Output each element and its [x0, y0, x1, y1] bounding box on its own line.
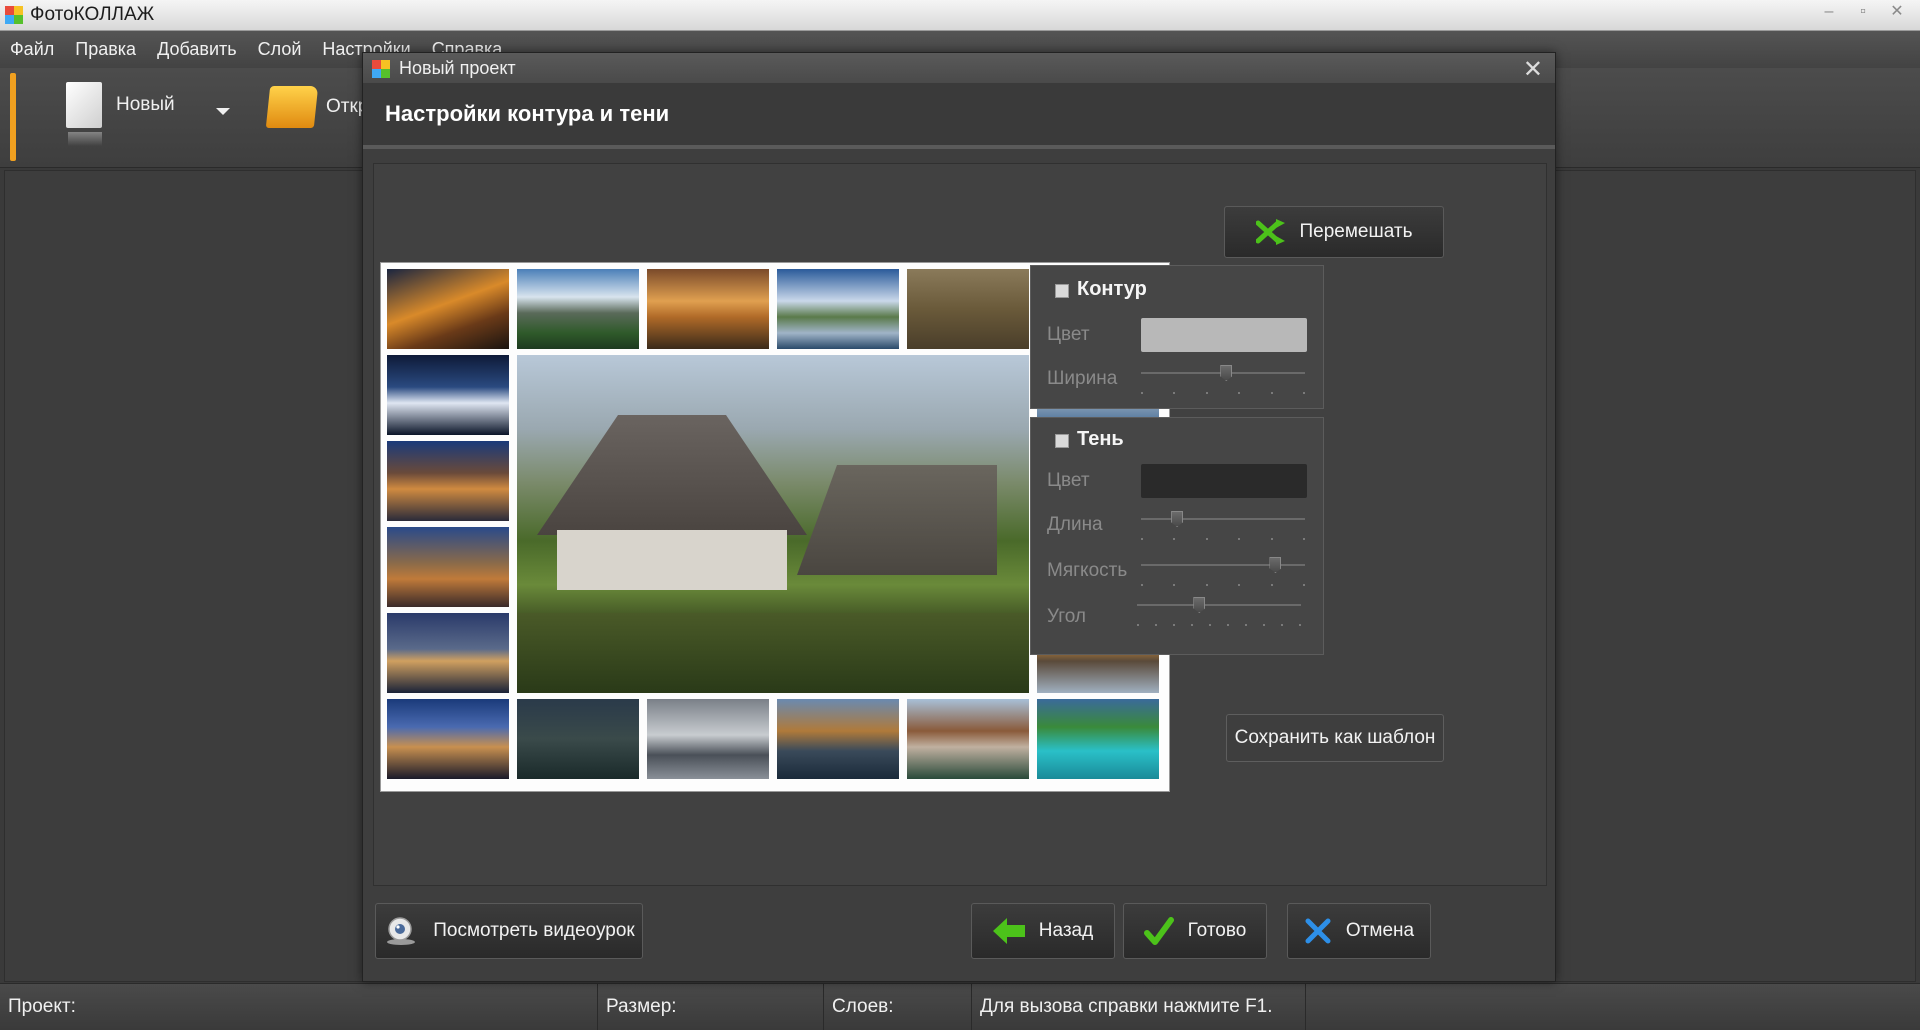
shadow-panel: Тень Цвет Длина Мягкость Угол: [1030, 417, 1324, 655]
cancel-button[interactable]: Отмена: [1287, 903, 1431, 959]
app-logo-icon: [5, 6, 23, 24]
outline-title: Контур: [1077, 278, 1147, 300]
collage-photo[interactable]: [387, 269, 509, 349]
collage-photo[interactable]: [777, 269, 899, 349]
minimize-icon[interactable]: –: [1812, 2, 1846, 24]
back-label: Назад: [1038, 920, 1094, 941]
app-titlebar: ФотоКОЛЛАЖ – ▫ ✕: [0, 0, 1920, 31]
collage-photo[interactable]: [517, 269, 639, 349]
collage-photo[interactable]: [387, 699, 509, 779]
shuffle-button[interactable]: Перемешать: [1224, 206, 1444, 258]
dialog-content: Перемешать Контур Цвет Ширина Тень Цвет …: [373, 163, 1547, 886]
watch-video-label: Посмотреть видеоурок: [433, 920, 635, 941]
menu-file[interactable]: Файл: [10, 39, 54, 60]
collage-photo[interactable]: [907, 269, 1029, 349]
shadow-title: Тень: [1077, 428, 1124, 450]
outline-checkbox[interactable]: [1055, 284, 1069, 298]
status-bar: Проект: Размер: Слоев: Для вызова справк…: [0, 983, 1920, 1030]
close-icon[interactable]: ✕: [1523, 55, 1543, 84]
collage-photo[interactable]: [387, 355, 509, 435]
shuffle-icon: [1255, 219, 1285, 245]
app-title: ФотоКОЛЛАЖ: [30, 4, 155, 25]
checkmark-icon: [1143, 917, 1174, 945]
close-window-icon[interactable]: ✕: [1880, 2, 1914, 24]
outline-width-label: Ширина: [1047, 368, 1118, 389]
collage-photo[interactable]: [907, 699, 1029, 779]
status-layers: Слоев:: [824, 984, 972, 1030]
slider-ticks: [1141, 392, 1305, 394]
status-project: Проект:: [0, 984, 598, 1030]
cross-icon: [1305, 918, 1331, 944]
shadow-checkbox[interactable]: [1055, 434, 1069, 448]
watch-video-button[interactable]: Посмотреть видеоурок: [375, 903, 643, 959]
status-size: Размер:: [598, 984, 824, 1030]
folder-icon: [265, 86, 319, 128]
status-help: Для вызова справки нажмите F1.: [972, 984, 1306, 1030]
shadow-softness-slider[interactable]: [1141, 557, 1305, 586]
shuffle-label: Перемешать: [1299, 221, 1413, 242]
shadow-angle-slider[interactable]: [1137, 597, 1301, 626]
webcam-icon: [387, 917, 416, 945]
collage-photo[interactable]: [777, 699, 899, 779]
menu-add[interactable]: Добавить: [157, 39, 237, 60]
dialog-logo-icon: [372, 60, 390, 78]
slider-ticks: [1141, 584, 1305, 586]
new-project-button[interactable]: Новый: [66, 82, 175, 146]
window-controls: – ▫ ✕: [1812, 2, 1914, 24]
collage-photo[interactable]: [647, 269, 769, 349]
shadow-color-label: Цвет: [1047, 470, 1090, 491]
collage-main-photo[interactable]: [517, 355, 1029, 693]
new-project-label: Новый: [116, 94, 175, 115]
shadow-color-swatch[interactable]: [1141, 464, 1307, 498]
maximize-icon[interactable]: ▫: [1846, 2, 1880, 24]
outline-color-label: Цвет: [1047, 324, 1090, 345]
save-template-label: Сохранить как шаблон: [1234, 727, 1436, 748]
page-title: Настройки контура и тени: [385, 101, 670, 126]
dialog-title: Новый проект: [399, 58, 516, 78]
dialog-titlebar: Новый проект ✕: [363, 53, 1555, 83]
slider-thumb[interactable]: [1220, 365, 1233, 381]
outline-panel: Контур Цвет Ширина: [1030, 265, 1324, 409]
slider-ticks: [1137, 624, 1301, 626]
done-button[interactable]: Готово: [1123, 903, 1267, 959]
arrow-left-icon: [992, 918, 1025, 944]
menu-edit[interactable]: Правка: [75, 39, 136, 60]
slider-thumb[interactable]: [1193, 597, 1206, 613]
cancel-label: Отмена: [1345, 920, 1415, 941]
collage-photo[interactable]: [387, 613, 509, 693]
slider-thumb[interactable]: [1269, 557, 1282, 573]
menu-layer[interactable]: Слой: [258, 39, 302, 60]
save-template-button[interactable]: Сохранить как шаблон: [1226, 714, 1444, 762]
collage-photo[interactable]: [517, 699, 639, 779]
new-document-icon: [66, 82, 102, 146]
chevron-down-icon[interactable]: [216, 108, 230, 115]
collage-photo[interactable]: [387, 441, 509, 521]
open-project-button[interactable]: Откр: [265, 86, 368, 128]
slider-thumb[interactable]: [1171, 511, 1184, 527]
slider-ticks: [1141, 538, 1305, 540]
back-button[interactable]: Назад: [971, 903, 1115, 959]
shadow-length-label: Длина: [1047, 514, 1103, 535]
outline-width-slider[interactable]: [1141, 365, 1305, 394]
shadow-angle-label: Угол: [1047, 606, 1086, 627]
collage-photo[interactable]: [647, 699, 769, 779]
collage-photo[interactable]: [1037, 699, 1159, 779]
collage-photo[interactable]: [387, 527, 509, 607]
outline-color-swatch[interactable]: [1141, 318, 1307, 352]
dialog-heading-bar: Настройки контура и тени: [363, 83, 1555, 149]
new-project-dialog: Новый проект ✕ Настройки контура и тени: [362, 52, 1556, 982]
shadow-softness-label: Мягкость: [1047, 560, 1128, 581]
shadow-length-slider[interactable]: [1141, 511, 1305, 540]
done-label: Готово: [1187, 920, 1247, 941]
toolbar-accent-bar: [10, 73, 16, 161]
